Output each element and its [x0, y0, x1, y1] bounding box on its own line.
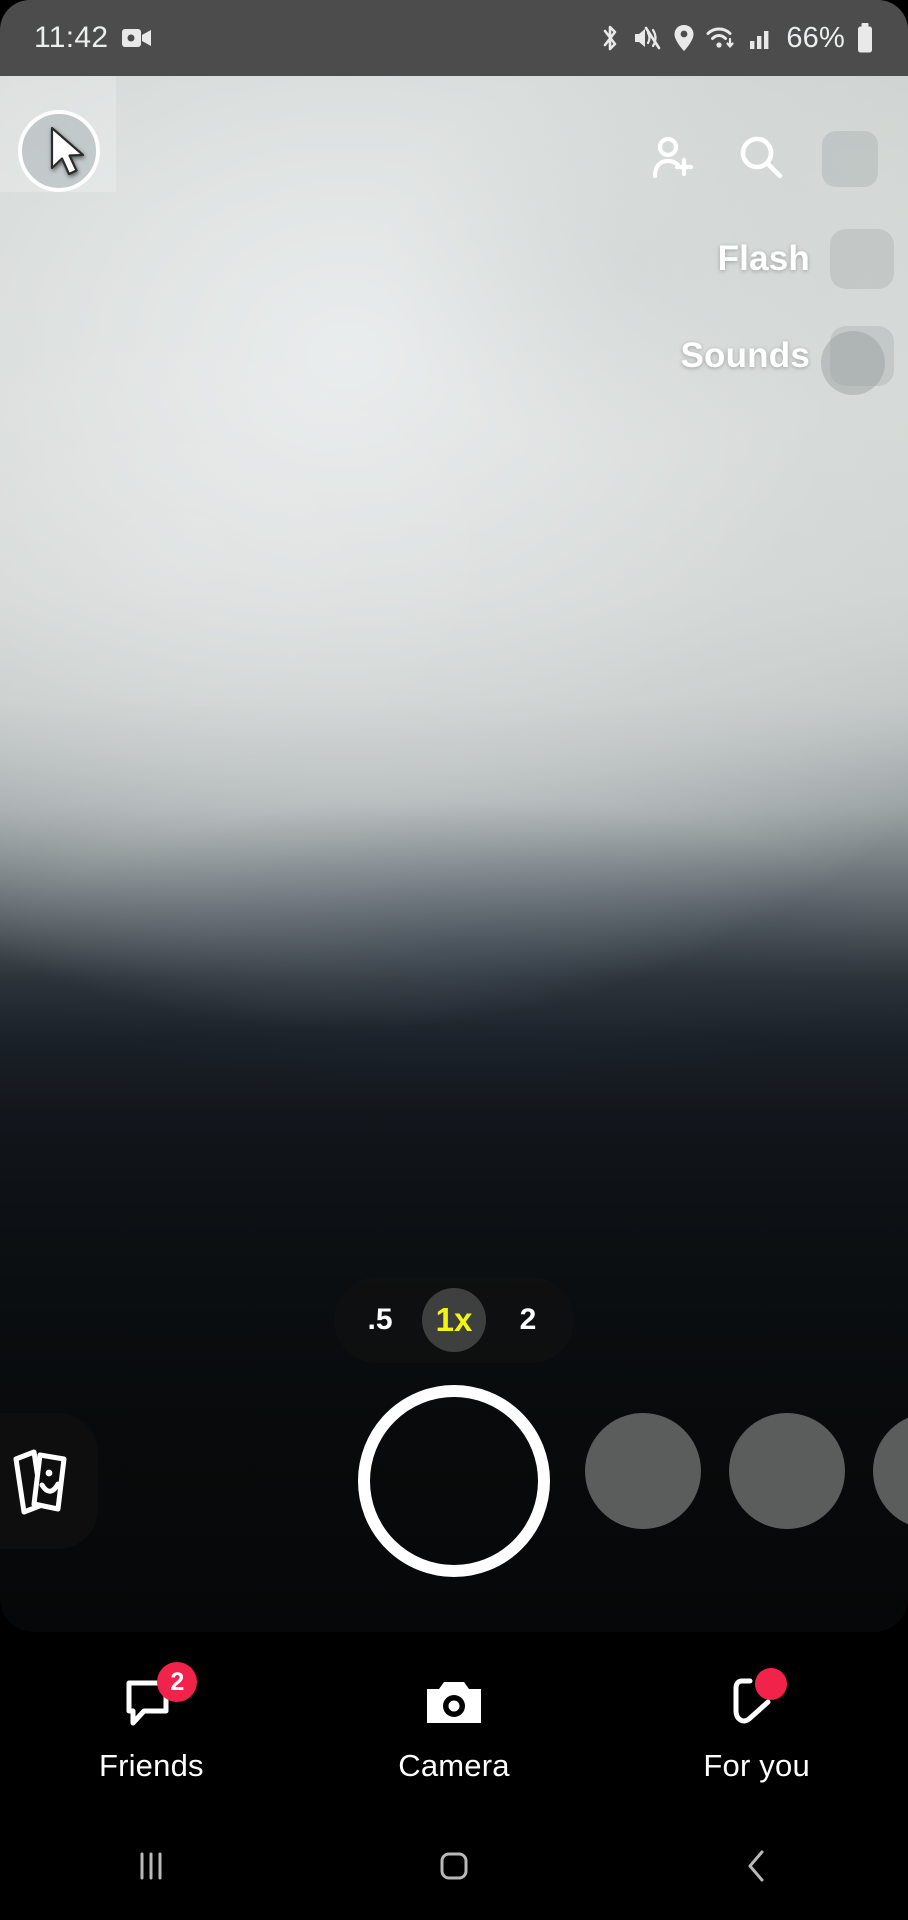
status-bar-right: 66% — [599, 22, 874, 55]
more-options-icon[interactable] — [806, 120, 894, 198]
zoom-option-1x[interactable]: 1x — [422, 1288, 486, 1352]
chat-bubble-icon: 2 — [119, 1662, 198, 1734]
wifi-icon — [706, 25, 738, 51]
zoom-option-half[interactable]: .5 — [348, 1288, 412, 1352]
nav-item-friends[interactable]: 2 Friends — [31, 1662, 271, 1784]
camera-top-actions — [630, 120, 894, 198]
memories-icon[interactable] — [0, 1413, 98, 1549]
flash-icon[interactable] — [830, 228, 894, 289]
status-bar-left: 11:42 — [34, 21, 152, 55]
phone-screen: 11:42 66% Flash Sounds .5 1x 2 2 Friends… — [0, 0, 908, 1920]
friends-badge: 2 — [157, 1662, 198, 1702]
camera-flip-icon[interactable] — [821, 331, 885, 395]
side-menu-item-flash[interactable]: Flash — [680, 210, 894, 307]
nav-label-camera: Camera — [398, 1748, 510, 1783]
nav-label-for-you: For you — [703, 1748, 810, 1783]
home-icon[interactable] — [364, 1812, 544, 1920]
cellular-signal-icon — [749, 25, 775, 51]
side-menu-label-flash: Flash — [717, 238, 810, 278]
location-icon — [673, 24, 695, 52]
status-bar: 11:42 66% — [0, 0, 908, 76]
search-icon[interactable] — [718, 120, 806, 198]
nav-item-for-you[interactable]: For you — [637, 1668, 877, 1784]
mute-vibrate-icon — [632, 24, 662, 52]
lens-carousel[interactable] — [585, 1413, 908, 1529]
shutter-button[interactable] — [358, 1385, 550, 1577]
back-icon[interactable] — [667, 1812, 847, 1920]
add-friend-icon[interactable] — [630, 120, 718, 198]
side-menu-label-sounds: Sounds — [680, 335, 810, 375]
camera-icon — [422, 1672, 486, 1734]
nav-item-camera[interactable]: Camera — [334, 1672, 574, 1784]
zoom-option-2x[interactable]: 2 — [496, 1288, 560, 1352]
battery-icon — [856, 23, 874, 53]
video-recording-icon — [122, 27, 152, 49]
lens-item[interactable] — [585, 1413, 701, 1529]
nav-label-friends: Friends — [98, 1748, 204, 1783]
bottom-navigation: 2 Friends Camera For you — [0, 1644, 908, 1812]
recents-icon[interactable] — [61, 1812, 241, 1920]
zoom-control: .5 1x 2 — [334, 1277, 574, 1363]
lens-item[interactable] — [729, 1413, 845, 1529]
spotlight-play-icon — [725, 1668, 789, 1734]
bluetooth-icon — [599, 23, 621, 53]
android-navigation-bar — [0, 1812, 908, 1920]
battery-percent: 66% — [786, 21, 845, 54]
status-time: 11:42 — [34, 21, 109, 54]
lens-item[interactable] — [873, 1413, 908, 1529]
more-options-glyph — [822, 131, 878, 187]
profile-avatar[interactable] — [18, 110, 100, 192]
for-you-dot-badge — [754, 1668, 787, 1700]
